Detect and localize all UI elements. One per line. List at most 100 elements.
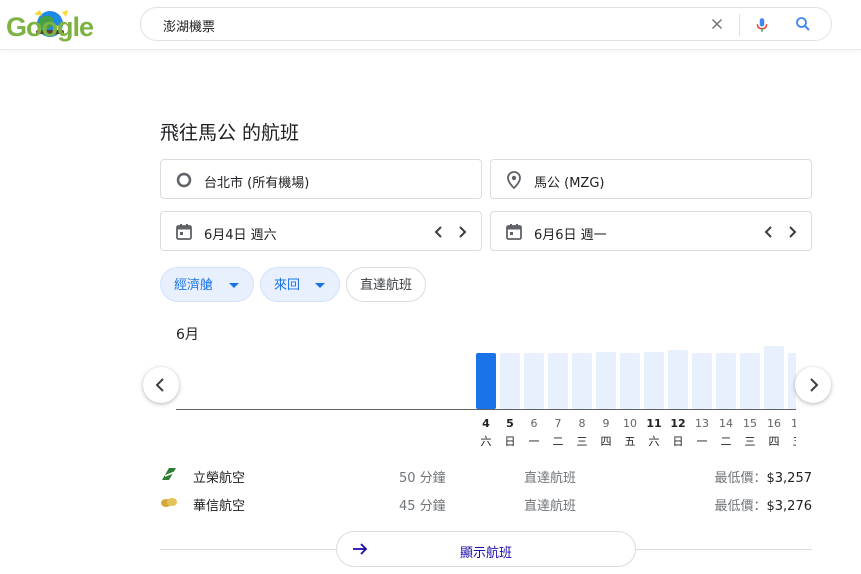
location-pin-icon — [507, 171, 521, 190]
depart-date-arrows[interactable] — [431, 223, 471, 241]
return-date-field[interactable]: 6月6日 週一 — [490, 211, 812, 251]
return-date-label: 6月6日 週一 — [534, 228, 607, 243]
cabin-class-label: 經濟艙 — [174, 278, 214, 293]
airline-flight-type: 直達航班 — [524, 499, 577, 514]
tick-day-label: 13 — [695, 417, 709, 430]
origin-circle-icon — [176, 172, 192, 188]
google-doodle-logo[interactable]: Google — [6, 8, 102, 42]
airline-name: 華信航空 — [193, 499, 246, 514]
chevron-right-icon — [810, 378, 819, 392]
tick-day-label: 11 — [646, 417, 662, 430]
tick-weekday-label: 四 — [768, 435, 780, 448]
logo-text: Google — [6, 12, 94, 42]
chevron-right-icon — [459, 226, 467, 238]
tick-day-label: 8 — [578, 417, 586, 430]
airline-row-mandarin[interactable]: 華信航空 45 分鐘 直達航班 最低價：$3,276 — [160, 492, 812, 514]
show-flights-label: 顯示航班 — [459, 546, 512, 561]
header: Google 澎湖機票 — [0, 0, 861, 50]
chevron-left-icon — [155, 378, 164, 392]
price-bar-15[interactable] — [740, 353, 760, 409]
chevron-left-icon — [434, 226, 442, 238]
tick-day-label: 7 — [554, 417, 562, 430]
search-divider — [739, 14, 740, 36]
airline-flight-type: 直達航班 — [524, 471, 577, 486]
tick-weekday-label: 五 — [624, 435, 636, 448]
mandarin-airlines-logo-icon — [161, 498, 177, 507]
depart-date-field[interactable]: 6月4日 週六 — [160, 211, 482, 251]
price-bar-8[interactable] — [572, 353, 592, 409]
close-icon[interactable] — [708, 15, 726, 33]
search-input[interactable]: 澎湖機票 — [163, 16, 215, 35]
tick-weekday-label: 三 — [576, 435, 588, 448]
price-bar-4[interactable] — [476, 353, 496, 409]
price-bar-chart — [476, 346, 796, 409]
tick-weekday-label: 日 — [504, 435, 516, 448]
nonstop-chip[interactable]: 直達航班 — [346, 267, 426, 302]
tick-day-label: 17 — [791, 417, 796, 430]
price-bar-5[interactable] — [500, 353, 520, 409]
uni-air-logo-icon — [162, 468, 176, 480]
price-bar-16[interactable] — [764, 346, 784, 409]
origin-field[interactable]: 台北市 (所有機場) — [160, 159, 482, 199]
tick-day-label: 9 — [602, 417, 610, 430]
tick-weekday-label: 五 — [788, 433, 797, 449]
tick-day-label: 15 — [743, 417, 757, 430]
airline-price: 最低價：$3,257 — [714, 467, 812, 486]
destination-field[interactable]: 馬公 (MZG) — [490, 159, 812, 199]
cabin-class-chip[interactable]: 經濟艙 — [160, 267, 254, 302]
chart-axis — [176, 409, 796, 410]
tick-weekday-label: 六 — [648, 435, 660, 448]
tick-day-label: 10 — [623, 417, 637, 430]
trip-type-label: 來回 — [274, 278, 301, 293]
price-bar-14[interactable] — [716, 353, 736, 409]
depart-date-label: 6月4日 週六 — [204, 228, 277, 243]
tick-day-label: 5 — [506, 417, 514, 430]
tick-weekday-label: 四 — [600, 435, 612, 448]
chevron-left-icon — [764, 226, 772, 238]
tick-weekday-label: 日 — [672, 435, 684, 448]
tick-weekday-label: 三 — [744, 435, 756, 448]
chevron-right-icon — [789, 226, 797, 238]
origin-label: 台北市 (所有機場) — [204, 176, 310, 191]
tick-day-label: 16 — [767, 417, 781, 430]
tick-day-label: 6 — [530, 417, 538, 430]
tick-weekday-label: 二 — [552, 435, 564, 448]
price-bar-12[interactable] — [668, 350, 688, 409]
price-bar-11[interactable] — [644, 352, 664, 409]
airline-row-uni-air[interactable]: 立榮航空 50 分鐘 直達航班 最低價：$3,257 — [160, 464, 812, 486]
price-bar-9[interactable] — [596, 352, 616, 409]
flights-title: 飛往馬公 的航班 — [160, 122, 300, 144]
airline-duration: 45 分鐘 — [399, 499, 446, 514]
airline-name: 立榮航空 — [193, 471, 246, 486]
price-label: 最低價： — [714, 499, 767, 514]
tick-day-label: 4 — [482, 417, 490, 430]
tick-day-label: 14 — [719, 417, 733, 430]
microphone-icon[interactable] — [753, 15, 771, 35]
search-icon[interactable] — [794, 15, 812, 33]
return-date-arrows[interactable] — [761, 223, 801, 241]
trip-type-chip[interactable]: 來回 — [260, 267, 340, 302]
tick-weekday-label: 一 — [696, 435, 708, 448]
destination-label: 馬公 (MZG) — [534, 176, 605, 191]
price-bar-6[interactable] — [524, 353, 544, 409]
price-label: 最低價： — [714, 471, 767, 486]
calendar-icon — [176, 224, 192, 240]
chart-prev-button[interactable] — [143, 367, 179, 403]
airline-price: 最低價：$3,276 — [714, 495, 812, 514]
tick-weekday-label: 六 — [480, 435, 492, 448]
price-bar-10[interactable] — [620, 353, 640, 409]
price-bar-13[interactable] — [692, 353, 712, 409]
tick-weekday-label: 二 — [720, 435, 732, 448]
show-flights-button[interactable]: 顯示航班 — [336, 531, 636, 567]
nonstop-label: 直達航班 — [360, 278, 413, 293]
airline-duration: 50 分鐘 — [399, 471, 446, 486]
chart-ticks: 4 六 5 日 6 一 7 二 8 三 9 四 10 五 11 六 12 日 13 一 14 二 15 三 16 四 17 五 — [176, 414, 797, 450]
calendar-icon — [506, 224, 522, 240]
tick-day-label: 12 — [670, 417, 686, 430]
price-bar-7[interactable] — [548, 353, 568, 409]
search-box[interactable]: 澎湖機票 — [140, 7, 832, 41]
dropdown-caret-icon — [315, 283, 325, 288]
chart-next-button[interactable] — [795, 367, 831, 403]
price-value: $3,257 — [766, 471, 813, 486]
dropdown-caret-icon — [229, 283, 239, 288]
